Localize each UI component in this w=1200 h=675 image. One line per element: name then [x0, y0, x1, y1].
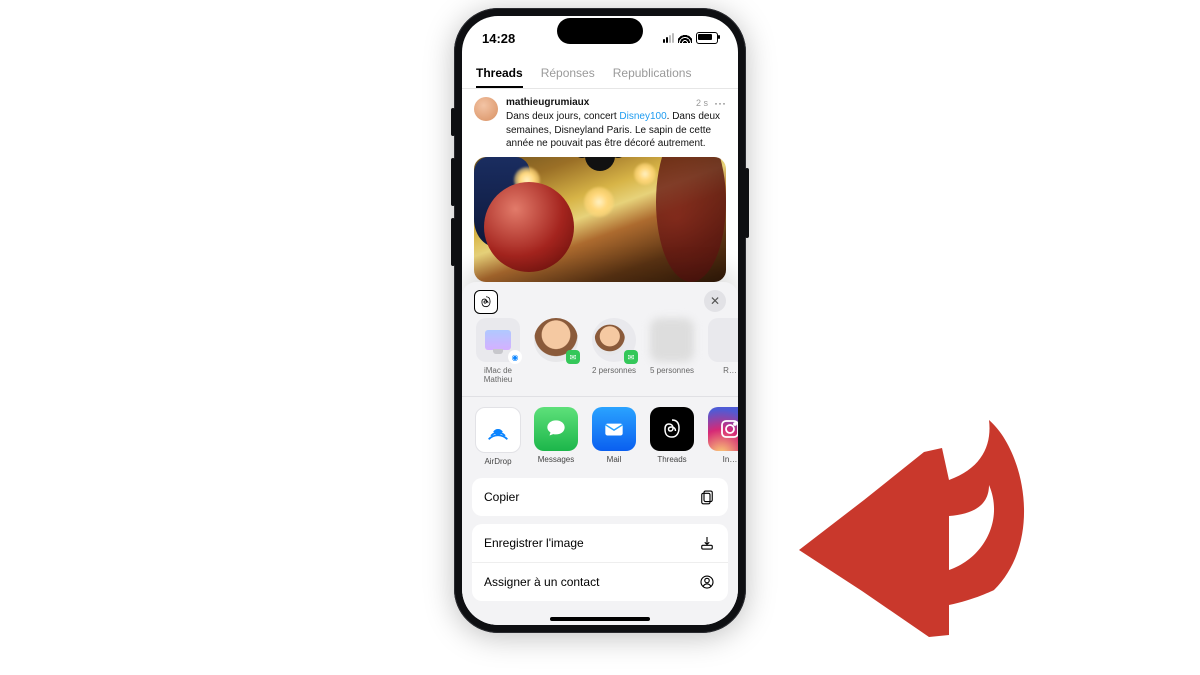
messages-icon: [534, 407, 578, 451]
action-assign-contact[interactable]: Assigner à un contact: [472, 562, 728, 601]
status-time: 14:28: [482, 31, 515, 46]
home-indicator[interactable]: [550, 617, 650, 621]
phone-side-button: [745, 168, 749, 238]
post-username[interactable]: mathieugrumiaux: [506, 97, 589, 108]
share-target-airdrop-device[interactable]: ◉ iMac de Mathieu: [474, 318, 522, 384]
copy-icon: [698, 488, 716, 506]
contact-icon: [698, 573, 716, 591]
share-sheet-app-icon: [474, 290, 498, 314]
instagram-icon: [708, 407, 738, 451]
phone-side-button: [451, 158, 455, 206]
post-link[interactable]: Disney100: [619, 111, 666, 122]
share-target-group[interactable]: ✉ 2 personnes: [590, 318, 638, 375]
separator: [462, 396, 738, 397]
avatar[interactable]: [474, 97, 498, 121]
share-target-more[interactable]: R…: [706, 318, 738, 375]
wifi-icon: [678, 33, 692, 43]
battery-icon: [696, 32, 718, 44]
phone-side-button: [451, 218, 455, 266]
app-instagram[interactable]: In…: [706, 407, 738, 466]
airdrop-badge-icon: ◉: [508, 350, 522, 364]
phone-screen: 14:28 Threads Réponses Republications ma…: [462, 16, 738, 625]
share-sheet: ✕ ◉ iMac de Mathieu ✉ ✉ 2 personnes 5 pe…: [462, 282, 738, 625]
post-image[interactable]: [474, 157, 726, 283]
share-target-group[interactable]: 5 personnes: [648, 318, 696, 375]
messages-badge-icon: ✉: [624, 350, 638, 364]
app-mail[interactable]: Mail: [590, 407, 638, 466]
share-target-person[interactable]: ✉: [532, 318, 580, 366]
tab-threads[interactable]: Threads: [476, 60, 523, 88]
threads-icon: [479, 295, 493, 309]
cellular-icon: [663, 33, 674, 43]
phone-side-button: [451, 108, 455, 136]
app-airdrop[interactable]: AirDrop: [474, 407, 522, 466]
app-threads[interactable]: Threads: [648, 407, 696, 466]
post: mathieugrumiaux 2 s ··· Dans deux jours,…: [462, 89, 738, 151]
mail-icon: [592, 407, 636, 451]
post-age: 2 s: [696, 98, 708, 108]
post-text: Dans deux jours, concert Disney100. Dans…: [506, 110, 726, 151]
dynamic-island: [557, 18, 643, 44]
save-icon: [698, 534, 716, 552]
tab-replies[interactable]: Réponses: [541, 60, 595, 88]
share-targets-row[interactable]: ◉ iMac de Mathieu ✉ ✉ 2 personnes 5 pers…: [462, 290, 738, 392]
close-button[interactable]: ✕: [704, 290, 726, 312]
tab-bar: Threads Réponses Republications: [462, 60, 738, 89]
threads-icon: [650, 407, 694, 451]
airdrop-icon: [475, 407, 521, 453]
iphone-frame: 14:28 Threads Réponses Republications ma…: [454, 8, 746, 633]
imac-icon: [485, 330, 511, 350]
action-copy[interactable]: Copier: [472, 478, 728, 516]
share-apps-row[interactable]: AirDrop Messages Mail: [462, 401, 738, 472]
tab-reposts[interactable]: Republications: [613, 60, 692, 88]
messages-badge-icon: ✉: [566, 350, 580, 364]
action-save-image[interactable]: Enregistrer l'image: [472, 524, 728, 562]
annotation-arrow: [744, 390, 1044, 650]
ornament-red: [484, 182, 574, 272]
share-actions: Copier Enregistrer l'image Assig: [462, 472, 738, 615]
app-messages[interactable]: Messages: [532, 407, 580, 466]
tree-branch: [656, 157, 726, 283]
